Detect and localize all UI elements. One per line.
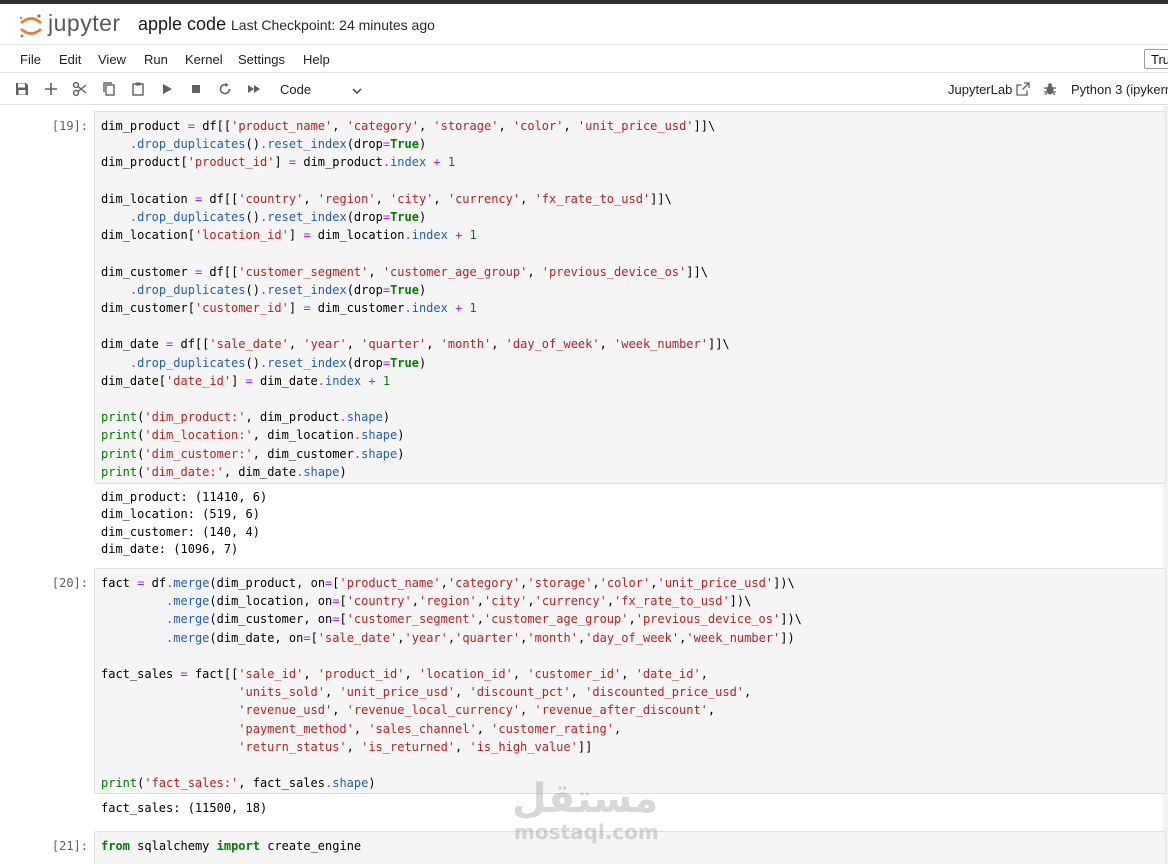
jupyter-logo-icon[interactable] <box>18 12 44 40</box>
paste-button[interactable] <box>128 79 148 99</box>
cell-prompt: [20]: <box>51 576 88 590</box>
save-button[interactable] <box>12 79 32 99</box>
stop-icon <box>192 85 200 93</box>
menu-file[interactable]: File <box>20 52 41 67</box>
save-icon <box>16 83 28 95</box>
restart-button[interactable] <box>215 79 235 99</box>
menu-bar: File Edit View Run Kernel Settings Help … <box>0 44 1168 73</box>
paste-icon <box>132 82 144 96</box>
menu-settings[interactable]: Settings <box>238 52 285 67</box>
code-editor[interactable]: dim_product = df[['product_name', 'categ… <box>95 112 1165 481</box>
notebook-toolbar: Code JupyterLab Python 3 (ipykernel) <box>0 73 1168 105</box>
copy-button[interactable] <box>99 79 119 99</box>
jupyter-brand[interactable]: jupyter <box>48 10 121 37</box>
chevron-down-icon[interactable] <box>350 84 364 98</box>
cell-type-select[interactable]: Code <box>280 82 311 97</box>
insert-cell-button[interactable] <box>41 79 61 99</box>
watermark-logo: مستقل mostaql.com <box>512 776 662 848</box>
interrupt-button[interactable] <box>186 79 206 99</box>
watermark-arabic: مستقل <box>512 776 659 822</box>
jupyterlab-link[interactable]: JupyterLab <box>948 82 1012 97</box>
scissors-icon <box>72 81 87 97</box>
copy-icon <box>103 82 115 96</box>
run-icon <box>163 84 172 94</box>
run-button[interactable] <box>157 79 177 99</box>
debugger-bug-icon[interactable] <box>1043 82 1057 96</box>
run-all-button[interactable] <box>244 79 264 99</box>
code-editor[interactable]: fact = df.merge(dim_product, on=['produc… <box>95 569 1165 792</box>
kernel-status[interactable]: Python 3 (ipykernel) <box>1071 82 1168 97</box>
trusted-button[interactable]: Trusted <box>1144 49 1168 69</box>
menu-edit[interactable]: Edit <box>59 52 81 67</box>
cell-output: dim_product: (11410, 6) dim_location: (5… <box>101 490 268 556</box>
menu-help[interactable]: Help <box>303 52 330 67</box>
menu-kernel[interactable]: Kernel <box>185 52 223 67</box>
plus-icon <box>45 83 57 95</box>
checkpoint-status: Last Checkpoint: 24 minutes ago <box>231 17 435 33</box>
code-cell[interactable]: fact = df.merge(dim_product, on=['produc… <box>94 568 1166 794</box>
notebook-header: jupyter apple code Last Checkpoint: 24 m… <box>0 4 1168 44</box>
code-cell[interactable]: dim_product = df[['product_name', 'categ… <box>94 111 1166 484</box>
notebook-title[interactable]: apple code <box>138 14 226 35</box>
cell-prompt: [21]: <box>51 839 88 853</box>
cell-prompt: [19]: <box>51 119 88 133</box>
watermark-latin: mostaql.com <box>514 820 659 844</box>
cell-output: fact_sales: (11500, 18) <box>101 801 268 815</box>
fast-forward-icon <box>248 85 260 93</box>
menu-view[interactable]: View <box>98 52 126 67</box>
menu-run[interactable]: Run <box>144 52 168 67</box>
restart-icon <box>219 82 231 95</box>
external-link-icon[interactable] <box>1016 82 1030 96</box>
cut-button[interactable] <box>70 79 90 99</box>
